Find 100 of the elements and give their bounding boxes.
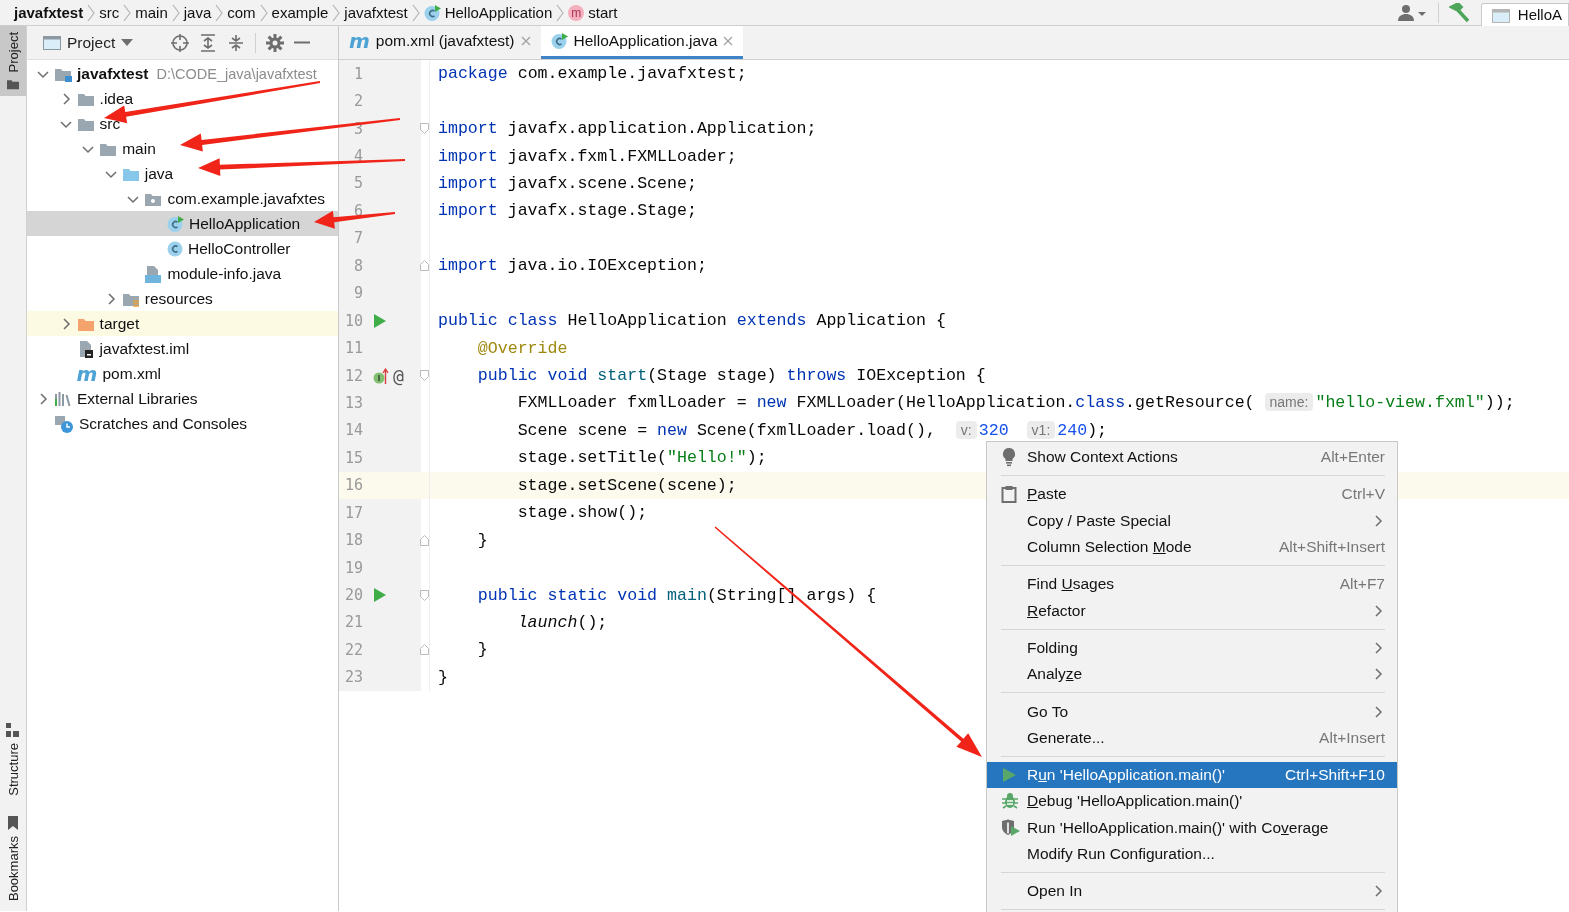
- clipboard-icon: [1001, 485, 1017, 504]
- separator-chevron-icon: [556, 3, 565, 22]
- tree-row[interactable]: java: [27, 161, 338, 186]
- line-number: 21: [343, 613, 363, 632]
- tree-row[interactable]: module-info.java: [27, 261, 338, 286]
- menu-item[interactable]: Run 'HelloApplication.main()' Ctrl+Shift+F10: [987, 761, 1397, 789]
- class-icon: [423, 4, 441, 21]
- parameter-hint: v:: [955, 420, 977, 439]
- tree-row[interactable]: External Libraries: [27, 386, 338, 411]
- menu-item[interactable]: Copy / Paste Special: [987, 507, 1397, 534]
- breadcrumb-item[interactable]: java: [183, 4, 212, 21]
- run-configuration-dropdown[interactable]: HelloA: [1480, 2, 1569, 26]
- code-text: new: [657, 420, 687, 440]
- menu-item[interactable]: Refactor: [987, 597, 1397, 624]
- class-icon: [167, 240, 183, 257]
- close-icon: [723, 36, 734, 46]
- breadcrumb-item[interactable]: com: [227, 4, 256, 21]
- project-tool-tab[interactable]: Project: [0, 26, 26, 97]
- code-line: public class HelloApplication extends Application {: [438, 311, 946, 331]
- tree-row[interactable]: HelloController: [27, 236, 338, 261]
- scratches-icon: [54, 414, 74, 433]
- line-number: 11: [343, 339, 363, 358]
- breadcrumb-item[interactable]: main: [135, 4, 168, 21]
- java-file-icon: [144, 264, 163, 283]
- tree-row[interactable]: m pom.xml: [27, 361, 338, 386]
- maven-icon: m: [76, 365, 98, 382]
- panel-title[interactable]: Project: [67, 33, 116, 52]
- libraries-icon: [54, 390, 72, 407]
- menu-item[interactable]: Generate... Alt+Insert: [987, 724, 1397, 751]
- code-line: import java.io.IOException;: [438, 256, 707, 276]
- line-number: 23: [343, 668, 363, 687]
- code-text: ));: [1484, 393, 1515, 413]
- implements-icon: [373, 366, 389, 385]
- menu-item[interactable]: Folding: [987, 634, 1397, 662]
- menu-item[interactable]: Show Context Actions Alt+Enter: [987, 444, 1397, 471]
- line-number: 9: [352, 284, 363, 303]
- menu-item[interactable]: Analyze: [987, 661, 1397, 688]
- menu-item[interactable]: Modify Run Configuration...: [987, 840, 1397, 868]
- tree-row[interactable]: javafxtest D:\CODE_java\javafxtest: [27, 61, 338, 86]
- tree-row[interactable]: javafxtest.iml: [27, 336, 338, 361]
- menu-item[interactable]: Run 'HelloApplication.main()' with Coverage: [987, 814, 1397, 841]
- line-number: 22: [343, 640, 363, 659]
- menu-item[interactable]: Go To: [987, 698, 1397, 725]
- folder-icon: [6, 78, 20, 91]
- code-text: class: [1075, 393, 1126, 413]
- tree-row[interactable]: main: [27, 136, 338, 161]
- code-line: import javafx.fxml.FXMLLoader;: [438, 146, 737, 166]
- fold-icon: [420, 260, 429, 272]
- menu-item[interactable]: Column Selection Mode Alt+Shift+Insert: [987, 533, 1397, 561]
- separator-chevron-icon: [87, 3, 96, 22]
- code-text: Scene scene =: [516, 420, 649, 440]
- separator-chevron-icon: [215, 3, 224, 22]
- tool-window-tab[interactable]: Bookmarks: [0, 809, 26, 907]
- line-number: 6: [352, 201, 363, 220]
- breadcrumb-item[interactable]: HelloApplication: [444, 4, 553, 21]
- editor-tab[interactable]: HelloApplication.java: [540, 26, 744, 59]
- structure-icon: [6, 723, 20, 738]
- separator-chevron-icon: [332, 3, 341, 22]
- menu-item[interactable]: Paste Ctrl+V: [987, 481, 1397, 508]
- separator-chevron-icon: [123, 3, 132, 22]
- tree-row[interactable]: HelloApplication: [27, 211, 338, 236]
- code-text: Scene(fxmlLoader.load(),: [695, 420, 937, 440]
- tree-row[interactable]: src: [27, 111, 338, 136]
- breadcrumb-item[interactable]: start: [588, 4, 618, 21]
- tree-row[interactable]: .idea: [27, 86, 338, 111]
- code-text: FXMLLoader(HelloApplication.: [795, 393, 1076, 413]
- tree-row[interactable]: com.example.javafxtes: [27, 186, 338, 211]
- separator-chevron-icon: [171, 3, 180, 22]
- code-line: stage.show();: [516, 503, 648, 523]
- menu-item[interactable]: Open In: [987, 878, 1397, 905]
- menu-item[interactable]: Debug 'HelloApplication.main()': [987, 788, 1397, 815]
- code-text: 320: [978, 420, 1009, 440]
- breadcrumb-item[interactable]: javafxtest: [14, 4, 84, 21]
- tree-row[interactable]: resources: [27, 286, 338, 311]
- bug-icon: [1001, 792, 1019, 811]
- tree-row[interactable]: target: [27, 311, 338, 336]
- menu-item[interactable]: Find Usages Alt+F7: [987, 571, 1397, 598]
- line-number: 16: [343, 476, 363, 495]
- code-line: public static void main(String[] args) {: [476, 585, 877, 605]
- tree-row[interactable]: Scratches and Consoles: [27, 411, 338, 436]
- line-number: 13: [343, 393, 363, 412]
- user-icon: [1397, 3, 1428, 22]
- breadcrumb-item[interactable]: example: [271, 4, 329, 21]
- code-line: import javafx.application.Application;: [438, 119, 817, 139]
- shield-run-icon: [1001, 818, 1021, 837]
- line-number: 15: [343, 448, 363, 467]
- annotation-marker[interactable]: @: [393, 365, 404, 387]
- code-line: }: [438, 667, 448, 687]
- code-text: FXMLLoader fxmlLoader =: [516, 393, 748, 413]
- code-line: stage.setTitle("Hello!");: [516, 448, 767, 468]
- code-line: stage.setScene(scene);: [516, 475, 737, 495]
- breadcrumb-item[interactable]: javafxtest: [344, 4, 408, 21]
- code-line: }: [476, 530, 488, 550]
- editor-tab[interactable]: m pom.xml (javafxtest): [339, 26, 541, 59]
- tool-window-tab[interactable]: Structure: [0, 717, 26, 802]
- window-icon: [43, 34, 61, 51]
- breadcrumb-item[interactable]: src: [99, 4, 120, 21]
- parameter-hint: name:: [1264, 393, 1314, 412]
- run-icon: [373, 313, 387, 328]
- line-number: 19: [343, 558, 363, 577]
